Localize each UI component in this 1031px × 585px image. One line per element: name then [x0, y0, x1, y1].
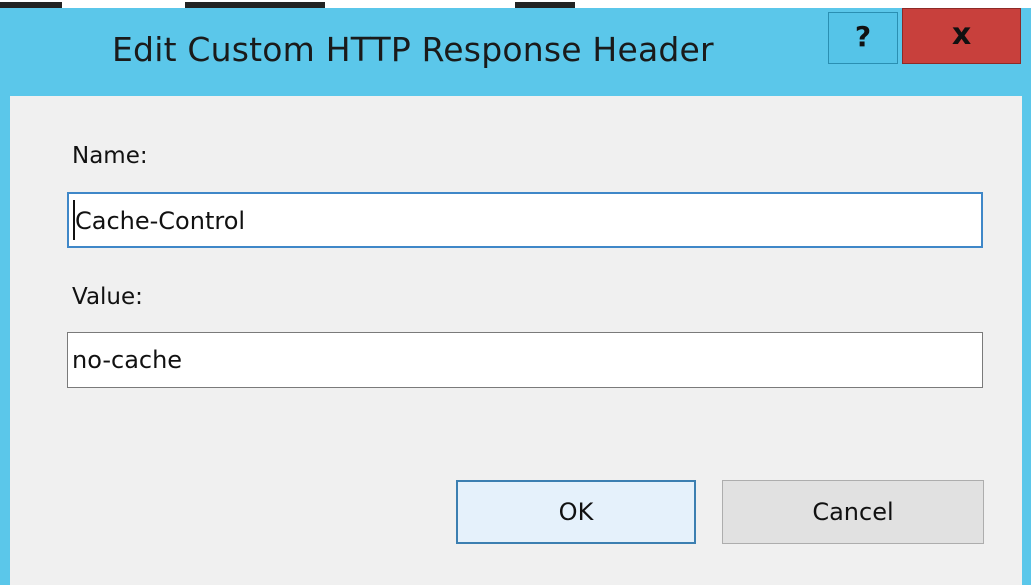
name-label: Name: — [72, 143, 148, 169]
help-button[interactable]: ? — [828, 12, 898, 64]
value-label: Value: — [72, 284, 143, 310]
name-field[interactable]: Cache-Control — [67, 192, 983, 248]
value-field[interactable]: no-cache — [67, 332, 983, 388]
help-icon: ? — [854, 20, 872, 53]
ok-button[interactable]: OK — [456, 480, 696, 544]
name-field-value: Cache-Control — [75, 207, 246, 235]
dialog-client-area: Name: Cache-Control Value: no-cache OK C… — [10, 96, 1022, 585]
cancel-button[interactable]: Cancel — [722, 480, 984, 544]
edit-header-dialog: Edit Custom HTTP Response Header ? x Nam… — [0, 8, 1031, 585]
dialog-titlebar[interactable]: Edit Custom HTTP Response Header ? x — [0, 8, 1031, 96]
value-field-value: no-cache — [72, 346, 183, 374]
close-icon: x — [951, 17, 972, 52]
dialog-title: Edit Custom HTTP Response Header — [112, 30, 714, 69]
text-cursor — [73, 200, 75, 240]
close-button[interactable]: x — [902, 8, 1021, 64]
